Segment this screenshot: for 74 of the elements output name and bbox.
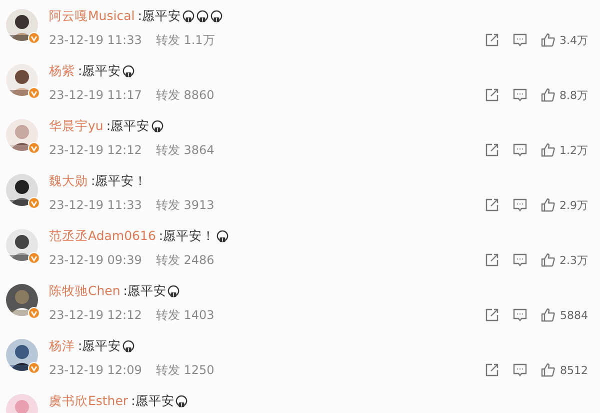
- emoji-icon: [150, 120, 164, 132]
- verified-badge-icon: [28, 252, 40, 264]
- comment-icon[interactable]: [512, 307, 528, 323]
- verified-badge-icon: [28, 197, 40, 209]
- comment-text: :愿平安: [138, 8, 181, 24]
- user-name-link[interactable]: 虞书欣Esther: [49, 392, 128, 410]
- timestamp: 23-12-19 12:12: [49, 308, 142, 322]
- repost-count[interactable]: 转发 3864: [156, 142, 214, 158]
- like-count: 3.4万: [560, 32, 588, 48]
- user-name-link[interactable]: 陈牧驰Chen: [49, 282, 120, 300]
- comment-text: :愿平安: [131, 392, 174, 410]
- share-icon[interactable]: [484, 252, 500, 268]
- user-name-link[interactable]: 阿云嘎Musical: [49, 8, 135, 24]
- comment-text: :愿平安: [123, 282, 166, 300]
- user-name-link[interactable]: 魏大勋: [49, 172, 88, 190]
- share-icon[interactable]: [484, 87, 500, 103]
- timestamp: 23-12-19 11:17: [49, 88, 142, 102]
- timestamp: 23-12-19 11:33: [49, 198, 142, 212]
- timestamp: 23-12-19 12:09: [49, 363, 142, 377]
- emoji-icon: [122, 340, 136, 352]
- verified-badge-icon: [28, 32, 40, 44]
- timestamp: 23-12-19 09:39: [49, 253, 142, 267]
- like-icon[interactable]: [540, 87, 556, 103]
- repost-count[interactable]: 转发 1403: [156, 306, 214, 324]
- like-icon[interactable]: [540, 142, 556, 158]
- share-icon[interactable]: [484, 197, 500, 213]
- like-count: 2.9万: [560, 198, 588, 212]
- comment-icon[interactable]: [512, 87, 528, 103]
- verified-badge-icon: [28, 142, 40, 154]
- share-icon[interactable]: [484, 362, 500, 378]
- like-count: 2.3万: [560, 252, 588, 268]
- user-name-link[interactable]: 华晨宇yu: [49, 118, 104, 134]
- emoji-icon: [210, 10, 223, 22]
- comment-text: :愿平安: [78, 62, 122, 80]
- comment-text: :愿平安: [106, 118, 150, 134]
- share-icon[interactable]: [484, 142, 500, 158]
- comment-icon[interactable]: [512, 362, 528, 378]
- like-count: 8.8万: [560, 88, 588, 102]
- repost-count[interactable]: 转发 1250: [156, 362, 214, 378]
- comment-text: :愿平安！: [158, 228, 216, 244]
- like-icon[interactable]: [540, 197, 556, 213]
- verified-badge-icon: [28, 87, 40, 99]
- verified-badge-icon: [28, 307, 40, 319]
- emoji-icon: [196, 10, 209, 22]
- like-count: 1.2万: [560, 142, 588, 158]
- comment-icon[interactable]: [512, 197, 528, 213]
- timestamp: 23-12-19 11:33: [49, 33, 142, 47]
- like-icon[interactable]: [540, 32, 556, 48]
- emoji-icon: [122, 64, 136, 78]
- user-name-link[interactable]: 杨洋: [49, 338, 75, 354]
- emoji-icon: [167, 284, 180, 298]
- repost-count[interactable]: 转发 1.1万: [156, 32, 215, 48]
- comment-text: :愿平安: [78, 338, 122, 354]
- timestamp: 23-12-19 12:12: [49, 143, 142, 157]
- like-count: 5884: [560, 308, 588, 322]
- comment-icon[interactable]: [512, 252, 528, 268]
- repost-count[interactable]: 转发 2486: [156, 252, 214, 268]
- repost-count[interactable]: 转发 3913: [156, 196, 214, 214]
- emoji-icon: [175, 394, 188, 408]
- like-icon[interactable]: [540, 307, 556, 323]
- share-icon[interactable]: [484, 32, 500, 48]
- user-name-link[interactable]: 杨紫: [49, 62, 75, 80]
- comment-icon[interactable]: [512, 142, 528, 158]
- like-icon[interactable]: [540, 252, 556, 268]
- comment-text: :愿平安！: [91, 172, 148, 190]
- repost-count[interactable]: 转发 8860: [156, 86, 214, 104]
- user-name-link[interactable]: 范丞丞Adam0616: [49, 228, 156, 244]
- like-icon[interactable]: [540, 362, 556, 378]
- verified-badge-icon: [28, 362, 40, 374]
- comment-icon[interactable]: [512, 32, 528, 48]
- emoji-icon: [216, 230, 230, 242]
- like-count: 8512: [560, 364, 588, 376]
- emoji-icon: [182, 10, 195, 22]
- share-icon[interactable]: [484, 307, 500, 323]
